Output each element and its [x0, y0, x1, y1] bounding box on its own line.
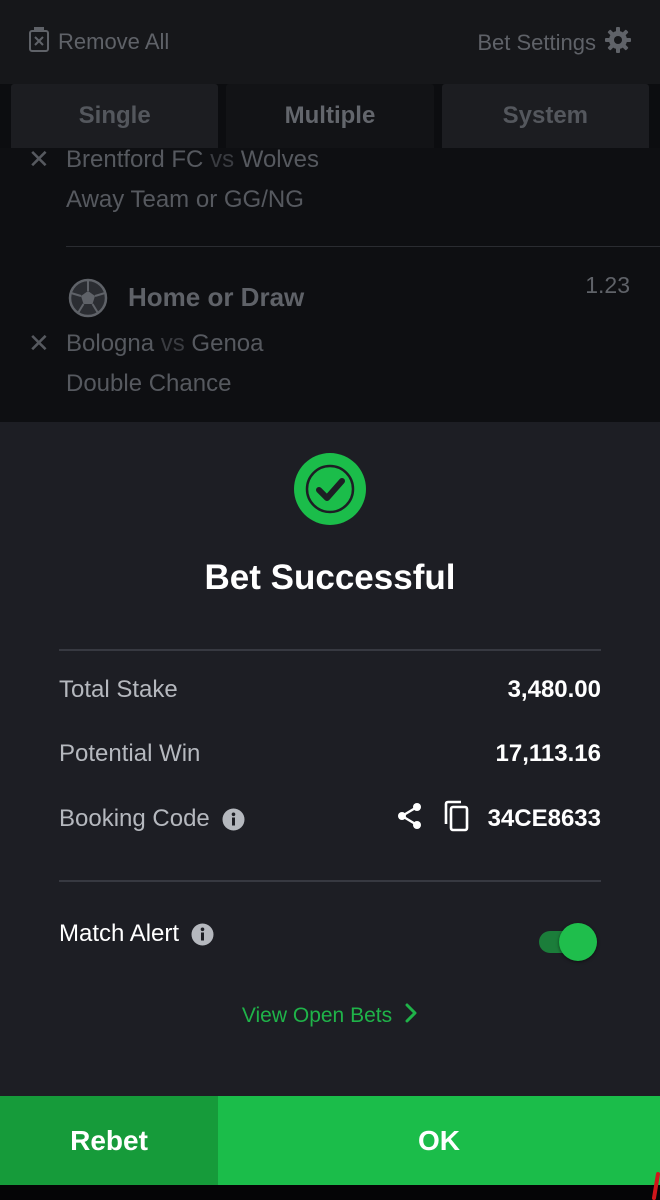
home-team: Brentford FC	[66, 148, 204, 173]
info-icon[interactable]	[191, 923, 214, 946]
divider	[59, 649, 601, 651]
remove-selection-icon[interactable]: ✕	[28, 328, 50, 359]
match-alert-row: Match Alert	[59, 914, 359, 954]
navigation-bar	[0, 1185, 660, 1200]
red-mark-icon	[650, 1172, 660, 1200]
divider	[59, 880, 601, 882]
booking-code-label: Booking Code	[59, 805, 210, 832]
share-icon[interactable]	[396, 802, 424, 837]
selection-divider	[66, 246, 660, 247]
success-title: Bet Successful	[204, 558, 456, 597]
remove-all-label: Remove All	[58, 29, 170, 54]
bet-success-sheet: Bet Successful Total Stake 3,480.00 Pote…	[0, 422, 660, 1096]
bet-slip-screen: Remove All Bet Settings Single Multiple …	[0, 0, 660, 1200]
match-alert-label: Match Alert	[59, 920, 180, 947]
booking-code-value[interactable]: 34CE8633	[488, 805, 601, 833]
bet-settings-button[interactable]: Bet Settings	[477, 26, 632, 60]
vs-label: vs	[160, 330, 185, 357]
view-open-bets-link[interactable]: View Open Bets	[0, 1002, 660, 1030]
tab-multiple[interactable]: Multiple	[226, 84, 434, 148]
vs-label: vs	[210, 148, 235, 173]
bet-slip-header: Remove All Bet Settings	[0, 0, 660, 84]
away-team: Wolves	[240, 148, 319, 173]
ok-button[interactable]: OK	[218, 1096, 660, 1185]
remove-selection-icon[interactable]: ✕	[28, 148, 50, 175]
match-alert-toggle[interactable]	[537, 922, 597, 962]
total-stake-value: 3,480.00	[507, 676, 601, 703]
potential-win-label: Potential Win	[59, 740, 201, 767]
tab-single[interactable]: Single	[11, 84, 219, 148]
match-teams: Brentford FC vs Wolves	[66, 148, 319, 174]
booking-code-actions: 34CE8633	[396, 800, 601, 839]
copy-icon[interactable]	[442, 800, 470, 839]
selections-list: ✕ Brentford FC vs Wolves Away Team or GG…	[0, 148, 660, 422]
total-stake-row: Total Stake 3,480.00	[59, 670, 601, 710]
bet-settings-label: Bet Settings	[477, 30, 596, 55]
chevron-right-icon	[404, 1002, 418, 1030]
market-name: Away Team or GG/NG	[66, 186, 304, 213]
total-stake-label: Total Stake	[59, 676, 178, 703]
selection-name: Home or Draw	[128, 282, 305, 312]
home-team: Bologna	[66, 330, 155, 357]
rebet-button[interactable]: Rebet	[0, 1096, 218, 1185]
market-name: Double Chance	[66, 370, 232, 397]
remove-all-button[interactable]: Remove All	[28, 26, 169, 58]
soccer-ball-icon	[68, 278, 108, 318]
bet-type-tabs: Single Multiple System	[11, 84, 649, 148]
potential-win-value: 17,113.16	[495, 740, 601, 767]
potential-win-row: Potential Win 17,113.16	[59, 734, 601, 774]
away-team: Genoa	[191, 330, 264, 357]
info-icon[interactable]	[222, 808, 245, 831]
selection-odds: 1.23	[585, 272, 630, 298]
match-teams: Bologna vs Genoa	[66, 330, 263, 358]
tab-system[interactable]: System	[441, 84, 649, 148]
booking-code-row: Booking Code 34CE8633	[59, 799, 601, 839]
trash-icon	[28, 26, 50, 58]
toggle-knob	[559, 923, 597, 961]
match-alert-label-group: Match Alert	[59, 920, 214, 948]
gear-icon	[604, 26, 632, 60]
booking-code-label-group: Booking Code	[59, 805, 245, 833]
view-open-bets-label: View Open Bets	[241, 1004, 393, 1027]
check-circle-icon	[293, 452, 367, 526]
